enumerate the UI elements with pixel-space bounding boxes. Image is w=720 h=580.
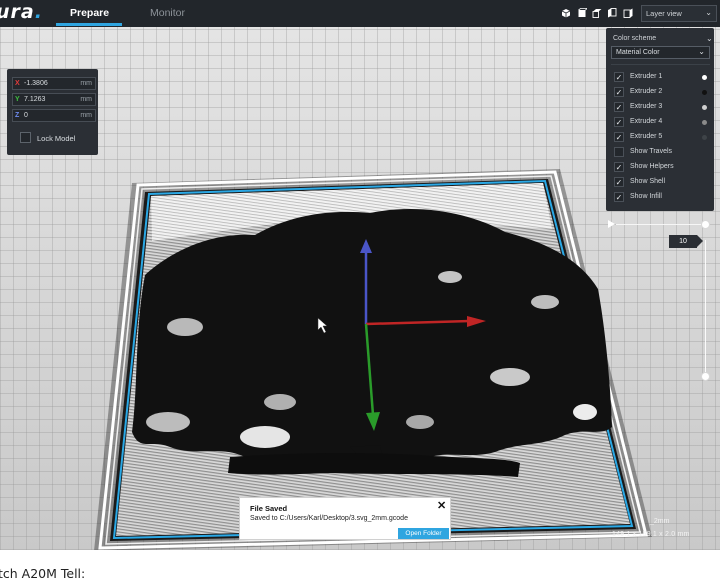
right-view-icon[interactable] [623,8,633,18]
open-folder-button[interactable]: Open Folder [398,528,449,539]
move-tool-panel: X -1.3806 mm Y 7.1263 mm Z 0 mm Lock Mod… [7,69,98,155]
extruder-color-swatch [702,105,707,110]
checkbox-icon[interactable] [614,147,624,157]
tab-monitor[interactable]: Monitor [150,7,185,19]
layer-slider-bottom-handle[interactable] [701,372,710,381]
checkbox-icon[interactable]: ✓ [614,117,624,127]
play-layers-icon[interactable] [608,220,615,228]
canopy-gap [167,318,203,336]
color-scheme-item-label: Extruder 2 [630,88,663,95]
color-scheme-item-show-shell[interactable]: ✓ Show Shell [614,177,710,189]
checkbox-icon[interactable]: ✓ [614,177,624,187]
x-position-field[interactable]: X -1.3806 mm [12,77,96,90]
color-scheme-item-label: Extruder 1 [630,73,663,80]
color-scheme-item-label: Show Helpers [630,163,674,170]
color-scheme-item-label: Show Travels [630,148,673,155]
canopy-gap [573,404,597,420]
close-icon[interactable]: ✕ [437,501,446,512]
color-scheme-item-label: Extruder 3 [630,103,663,110]
color-scheme-item-label: Show Shell [630,178,666,185]
front-view-icon[interactable] [577,8,587,18]
color-scheme-item-show-helpers[interactable]: ✓ Show Helpers [614,162,710,174]
color-scheme-dropdown[interactable]: Material Color ⌄ [611,46,710,59]
color-scheme-item-label: Extruder 4 [630,118,663,125]
notification-title: File Saved [250,504,288,513]
extruder-color-swatch [702,75,707,80]
z-axis-label: Z [15,112,20,119]
layer-slider-vertical[interactable] [705,240,706,376]
canopy-gap [240,426,290,448]
z-unit: mm [80,112,92,119]
checkbox-icon[interactable]: ✓ [614,72,624,82]
lock-model-label: Lock Model [37,134,76,143]
page-caption: tch A20M Tell: [0,566,86,580]
3d-view-icon[interactable] [561,8,571,18]
model-dimensions: 149.1 x 159.1 x 2.0 mm [612,531,690,538]
color-scheme-value: Material Color [616,49,660,56]
x-position-value[interactable]: -1.3806 [24,80,48,87]
checkbox-icon[interactable]: ✓ [614,102,624,112]
notification-message: Saved to C:/Users/Karl/Desktop/3.svg_2mm… [250,515,408,522]
color-scheme-item-show-travels[interactable]: Show Travels [614,147,710,159]
x-unit: mm [80,80,92,87]
lock-model-checkbox[interactable] [20,132,31,143]
view-mode-dropdown[interactable]: Layer view ⌄ [641,5,717,22]
current-layer-badge[interactable]: 10 [669,235,703,248]
extruder-color-swatch [702,120,707,125]
chevron-down-icon: ⌄ [706,34,713,43]
divider [611,64,710,65]
canopy-gap [146,412,190,432]
model-file-name: _2mm [650,518,670,525]
checkbox-icon[interactable]: ✓ [614,192,624,202]
y-position-value[interactable]: 7.1263 [24,96,45,103]
checkbox-icon[interactable]: ✓ [614,87,624,97]
color-scheme-item-extruder-2[interactable]: ✓ Extruder 2 [614,87,710,99]
color-scheme-item-show-infill[interactable]: ✓ Show Infill [614,192,710,204]
x-axis-label: X [15,80,20,87]
canopy-gap [264,394,296,410]
color-scheme-item-extruder-1[interactable]: ✓ Extruder 1 [614,72,710,84]
color-scheme-item-extruder-5[interactable]: ✓ Extruder 5 [614,132,710,144]
top-bar: ura. Prepare Monitor Layer view ⌄ [0,0,720,27]
z-position-field[interactable]: Z 0 mm [12,109,96,122]
checkbox-icon[interactable]: ✓ [614,132,624,142]
color-scheme-item-extruder-3[interactable]: ✓ Extruder 3 [614,102,710,114]
checkbox-icon[interactable]: ✓ [614,162,624,172]
y-axis-label: Y [15,96,20,103]
color-scheme-header[interactable]: Color scheme ⌄ [613,34,713,43]
color-scheme-item-extruder-4[interactable]: ✓ Extruder 4 [614,117,710,129]
y-position-field[interactable]: Y 7.1263 mm [12,93,96,106]
layer-slider-horizontal[interactable] [616,224,706,225]
chevron-down-icon: ⌄ [705,8,712,17]
layer-slider-top-handle[interactable] [701,220,710,229]
file-saved-notification: File Saved ✕ Saved to C:/Users/Karl/Desk… [239,497,451,540]
active-tab-indicator [56,23,122,26]
extruder-color-swatch [702,90,707,95]
color-scheme-item-label: Extruder 5 [630,133,663,140]
color-scheme-item-label: Show Infill [630,193,662,200]
3d-viewport[interactable]: X -1.3806 mm Y 7.1263 mm Z 0 mm Lock Mod… [0,27,720,550]
z-position-value[interactable]: 0 [24,112,28,119]
view-mode-label: Layer view [646,9,682,18]
tree-canopy [132,209,612,467]
tab-prepare[interactable]: Prepare [70,7,109,19]
chevron-down-icon: ⌄ [698,47,705,56]
canopy-gap [438,271,462,283]
canopy-gap [490,368,530,386]
top-view-icon[interactable] [592,8,602,18]
canopy-gap [406,415,434,429]
color-scheme-panel: Color scheme ⌄ Material Color ⌄ ✓ Extrude… [606,28,714,211]
canopy-gap [531,295,559,309]
y-unit: mm [80,96,92,103]
left-view-icon[interactable] [607,8,617,18]
app-logo: ura. [0,1,43,23]
extruder-color-swatch [702,135,707,140]
